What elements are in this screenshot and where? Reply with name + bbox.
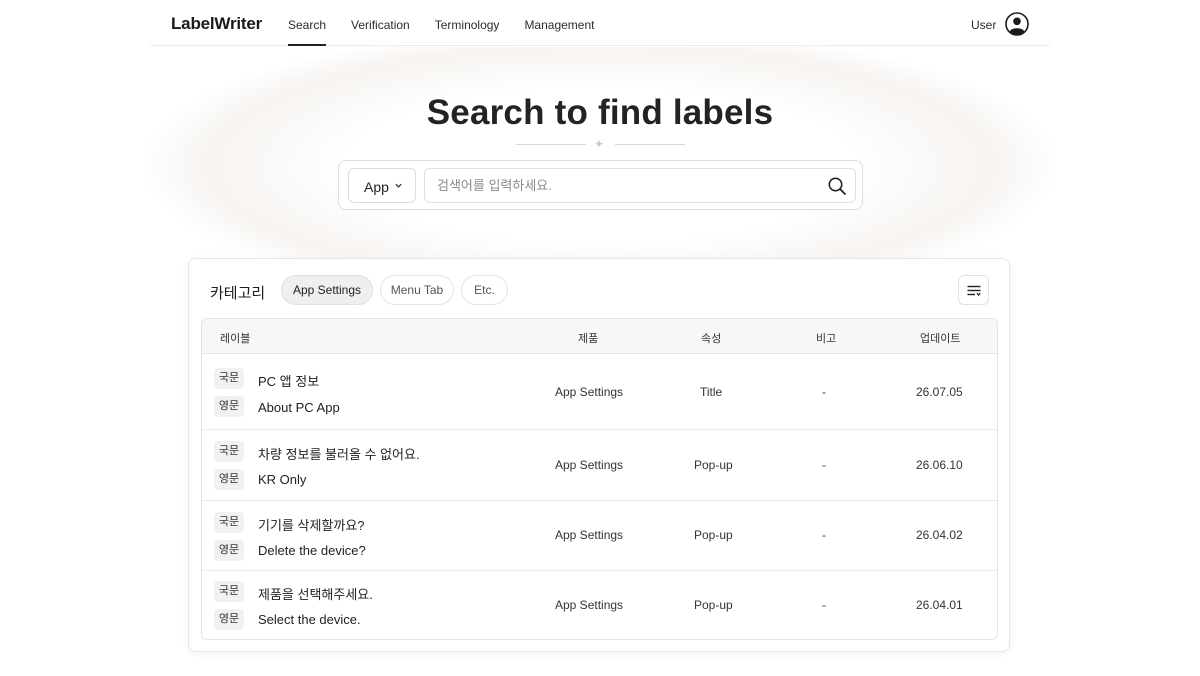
product-cell: App Settings bbox=[555, 458, 624, 472]
header-note[interactable]: 비고 bbox=[816, 330, 836, 346]
product-cell: App Settings bbox=[555, 528, 624, 542]
header-product[interactable]: 제품 bbox=[578, 330, 598, 346]
chip-etc[interactable]: Etc. bbox=[461, 275, 508, 305]
label-ko: PC 앱 정보 bbox=[258, 374, 320, 389]
app-logo[interactable]: LabelWriter bbox=[171, 14, 262, 34]
label-en: About PC App bbox=[258, 400, 340, 415]
nav-item-terminology[interactable]: Terminology bbox=[435, 0, 500, 46]
en-tag: 영문 bbox=[214, 609, 244, 630]
search-icon[interactable] bbox=[827, 176, 847, 196]
table-row[interactable]: 국문 PC 앱 정보 영문 About PC App App Settings … bbox=[202, 354, 997, 430]
results-card: 카테고리 App Settings Menu Tab Etc. 레이블 제품 속… bbox=[188, 258, 1010, 652]
label-ko: 차량 정보를 불러올 수 없어요. bbox=[258, 447, 420, 462]
product-cell: App Settings bbox=[555, 598, 624, 612]
chip-menu-tab[interactable]: Menu Tab bbox=[380, 275, 454, 305]
search-input[interactable] bbox=[424, 168, 856, 203]
updated-cell: 26.04.02 bbox=[916, 528, 963, 542]
chevron-down-icon bbox=[395, 183, 402, 188]
sparkle-icon: ✦ bbox=[594, 137, 605, 151]
category-label: 카테고리 bbox=[210, 285, 266, 302]
filter-button[interactable] bbox=[958, 275, 989, 305]
nav-item-search[interactable]: Search bbox=[288, 0, 327, 46]
en-tag: 영문 bbox=[214, 540, 244, 561]
product-cell: App Settings bbox=[555, 385, 624, 399]
title-divider-right bbox=[615, 144, 685, 145]
updated-cell: 26.07.05 bbox=[916, 385, 963, 399]
attribute-cell: Pop-up bbox=[694, 458, 733, 472]
table-row[interactable]: 국문 제품을 선택해주세요. 영문 Select the device. App… bbox=[202, 571, 997, 639]
attribute-cell: Pop-up bbox=[694, 598, 733, 612]
attribute-cell: Title bbox=[700, 385, 723, 399]
top-navigation-bar: LabelWriter Search Verification Terminol… bbox=[150, 0, 1050, 46]
label-ko: 기기를 삭제할까요? bbox=[258, 518, 365, 533]
label-ko: 제품을 선택해주세요. bbox=[258, 587, 373, 602]
hero-background bbox=[150, 47, 1050, 262]
label-en: Select the device. bbox=[258, 612, 361, 627]
ko-tag: 국문 bbox=[214, 581, 244, 602]
label-en: KR Only bbox=[258, 472, 307, 487]
user-label[interactable]: User bbox=[971, 18, 996, 32]
en-tag: 영문 bbox=[214, 469, 244, 490]
table-header-row: 레이블 제품 속성 비고 업데이트 bbox=[202, 319, 997, 354]
note-cell: - bbox=[822, 385, 826, 399]
updated-cell: 26.04.01 bbox=[916, 598, 963, 612]
ko-tag: 국문 bbox=[214, 512, 244, 533]
user-circle-icon[interactable] bbox=[1005, 12, 1029, 36]
nav-item-management[interactable]: Management bbox=[524, 0, 594, 46]
page-title: Search to find labels bbox=[426, 93, 774, 132]
label-en: Delete the device? bbox=[258, 543, 366, 558]
main-nav: Search Verification Terminology Manageme… bbox=[288, 0, 619, 46]
ko-tag: 국문 bbox=[214, 368, 244, 389]
attribute-cell: Pop-up bbox=[694, 528, 733, 542]
note-cell: - bbox=[822, 458, 826, 472]
title-divider-left bbox=[516, 144, 586, 145]
scope-select[interactable]: App bbox=[348, 168, 416, 203]
search-bar: App bbox=[338, 160, 863, 210]
updated-cell: 26.06.10 bbox=[916, 458, 963, 472]
note-cell: - bbox=[822, 598, 826, 612]
header-label[interactable]: 레이블 bbox=[220, 330, 250, 346]
en-tag: 영문 bbox=[214, 396, 244, 417]
table-row[interactable]: 국문 차량 정보를 불러올 수 없어요. 영문 KR Only App Sett… bbox=[202, 430, 997, 501]
table-row[interactable]: 국문 기기를 삭제할까요? 영문 Delete the device? App … bbox=[202, 501, 997, 571]
labels-table: 레이블 제품 속성 비고 업데이트 국문 PC 앱 정보 영문 About PC… bbox=[201, 318, 998, 640]
filter-lines-icon bbox=[967, 285, 981, 297]
nav-item-verification[interactable]: Verification bbox=[351, 0, 410, 46]
header-attribute[interactable]: 속성 bbox=[701, 330, 721, 346]
ko-tag: 국문 bbox=[214, 441, 244, 462]
header-updated[interactable]: 업데이트 bbox=[920, 330, 960, 346]
scope-select-value: App bbox=[364, 179, 389, 195]
note-cell: - bbox=[822, 528, 826, 542]
chip-app-settings[interactable]: App Settings bbox=[281, 275, 373, 305]
